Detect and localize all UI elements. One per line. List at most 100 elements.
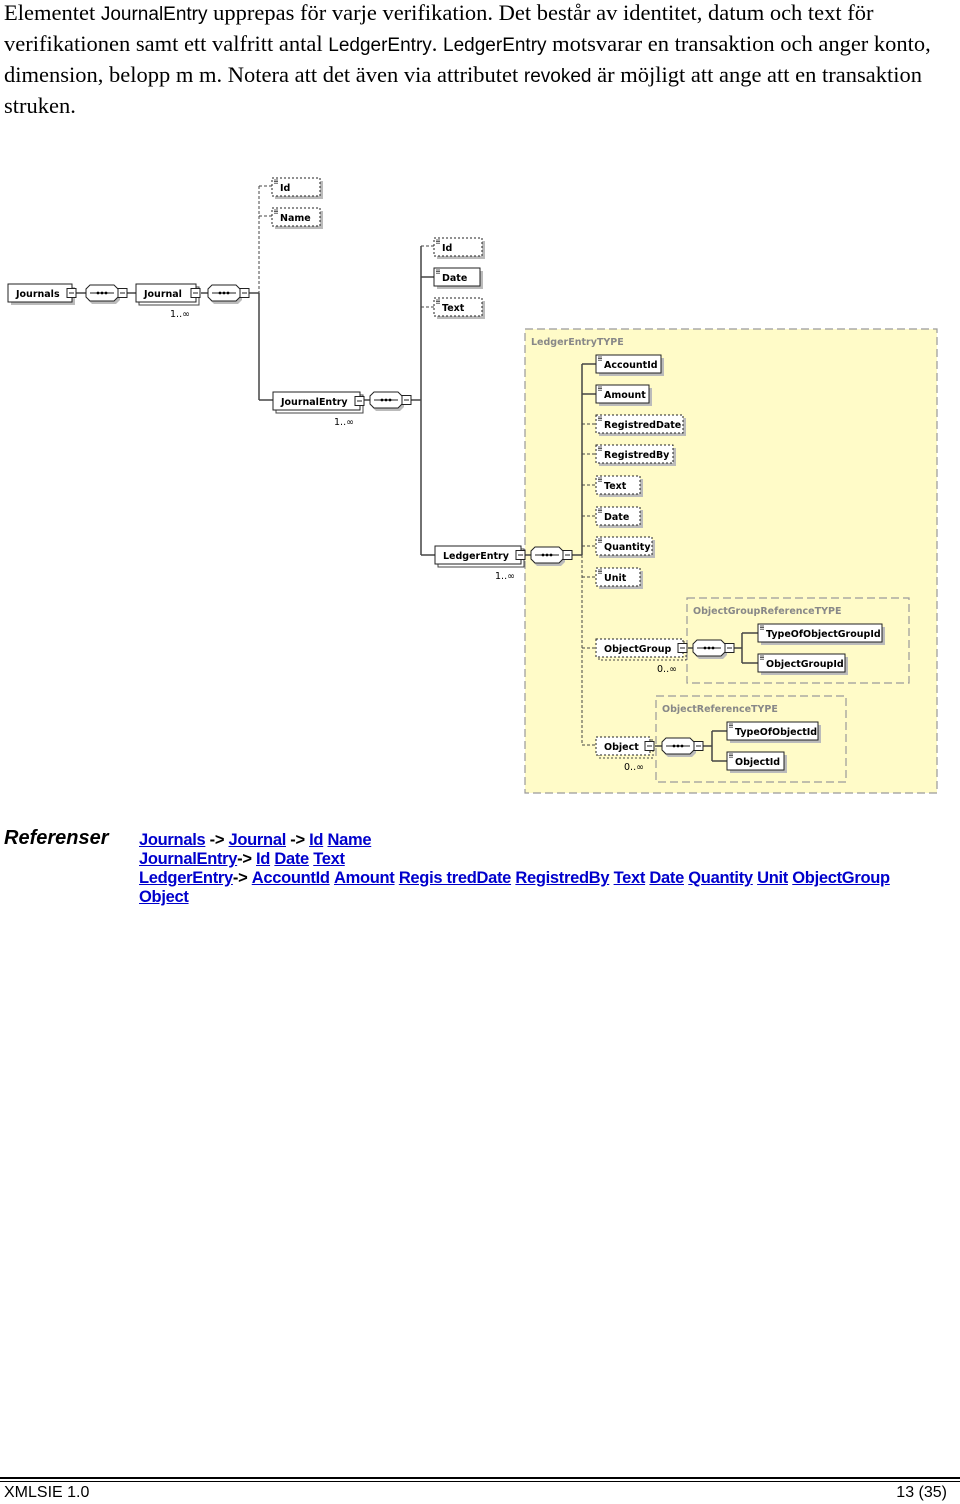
element-label: Id xyxy=(280,183,290,194)
element-amount[interactable]: Amount xyxy=(595,384,652,406)
collapse-icon[interactable] xyxy=(190,288,201,298)
ref-link-quantity[interactable]: Quantity xyxy=(688,869,753,887)
ref-link-objectgroup[interactable]: ObjectGroup xyxy=(792,869,890,887)
sequence-dot-icon xyxy=(104,291,108,295)
ref-link-accountid[interactable]: AccountId xyxy=(252,869,330,887)
element-label: AccountId xyxy=(604,360,658,371)
arrow: -> xyxy=(290,831,305,849)
element-journal-entry[interactable]: JournalEntry 1..∞ xyxy=(272,391,365,428)
element-label: Text xyxy=(442,303,465,314)
element-label: Journal xyxy=(143,289,182,300)
cardinality-label: 1..∞ xyxy=(170,309,190,320)
element-label: RegistredDate xyxy=(604,420,681,431)
sequence-compositor[interactable] xyxy=(85,284,128,304)
type-label-ledger-entry: LedgerEntryTYPE xyxy=(531,337,624,348)
collapse-icon[interactable] xyxy=(117,288,128,298)
element-type-of-object-group-id[interactable]: TypeOfObjectGroupId xyxy=(757,623,885,645)
element-label: ObjectId xyxy=(735,757,780,768)
collapse-icon[interactable] xyxy=(693,741,704,751)
element-object-id[interactable]: ObjectId xyxy=(726,751,787,773)
sequence-dot-icon xyxy=(711,646,715,650)
reference-line-3: LedgerEntry-> AccountId Amount Regis tre… xyxy=(139,869,890,888)
element-ledger-entry[interactable]: LedgerEntry 1..∞ xyxy=(434,545,526,582)
cardinality-label: 1..∞ xyxy=(495,571,515,582)
sequence-dot-icon xyxy=(707,646,711,650)
ref-link-unit[interactable]: Unit xyxy=(757,869,788,887)
ref-link-name[interactable]: Name xyxy=(328,831,372,849)
element-label: Object xyxy=(604,742,639,753)
element-le-text[interactable]: Text xyxy=(595,475,643,497)
sequence-dot-icon xyxy=(380,398,384,402)
collapse-icon[interactable] xyxy=(562,550,573,560)
collapse-icon[interactable] xyxy=(239,288,250,298)
ref-link-journalentry[interactable]: JournalEntry xyxy=(139,850,237,868)
cardinality-label: 0..∞ xyxy=(624,762,644,773)
element-label: TypeOfObjectGroupId xyxy=(766,629,881,640)
element-object-group-id[interactable]: ObjectGroupId xyxy=(757,653,848,675)
sequence-dot-icon xyxy=(549,553,553,557)
element-quantity[interactable]: Quantity xyxy=(595,536,655,558)
sequence-dot-icon xyxy=(218,291,222,295)
collapse-icon[interactable] xyxy=(515,550,526,560)
footer-page-number: 13 (35) xyxy=(896,1484,947,1501)
ref-link-id[interactable]: Id xyxy=(256,850,270,868)
collapse-icon[interactable] xyxy=(354,396,365,406)
footer-divider xyxy=(0,1477,960,1479)
ref-link-id[interactable]: Id xyxy=(309,831,323,849)
collapse-icon[interactable] xyxy=(677,643,688,653)
footer-divider xyxy=(0,1481,960,1482)
sequence-dot-icon xyxy=(226,291,230,295)
element-label: Text xyxy=(604,481,627,492)
element-label: Unit xyxy=(604,573,627,584)
sequence-dot-icon xyxy=(384,398,388,402)
ref-link-text[interactable]: Text xyxy=(313,850,345,868)
ref-link-date[interactable]: Date xyxy=(274,850,309,868)
element-label: Quantity xyxy=(604,542,651,553)
element-unit[interactable]: Unit xyxy=(595,567,643,589)
element-le-date[interactable]: Date xyxy=(595,506,643,528)
collapse-icon[interactable] xyxy=(401,395,412,405)
collapse-icon[interactable] xyxy=(66,288,77,298)
element-account-id[interactable]: AccountId xyxy=(595,354,664,376)
element-label: LedgerEntry xyxy=(443,551,510,562)
element-label: Date xyxy=(442,273,467,284)
element-journal-name[interactable]: Name xyxy=(271,207,323,229)
ref-link-journals[interactable]: Journals xyxy=(139,831,206,849)
element-je-id[interactable]: Id xyxy=(433,237,485,259)
collapse-icon[interactable] xyxy=(644,741,655,751)
ref-link-ledgerentry[interactable]: LedgerEntry xyxy=(139,869,233,887)
ref-link-object[interactable]: Object xyxy=(139,888,189,906)
reference-line-4: Object xyxy=(139,888,890,907)
sequence-dot-icon xyxy=(680,744,684,748)
element-label: Id xyxy=(442,243,452,254)
element-journal[interactable]: Journal 1..∞ xyxy=(135,283,201,320)
sequence-compositor[interactable] xyxy=(369,391,412,411)
element-journal-id[interactable]: Id xyxy=(271,177,323,199)
type-label-object-reference: ObjectReferenceTYPE xyxy=(662,704,778,715)
cardinality-label: 0..∞ xyxy=(657,664,677,675)
sequence-dot-icon xyxy=(676,744,680,748)
element-label: Date xyxy=(604,512,629,523)
ref-link-registreddate[interactable]: Regis tredDate xyxy=(399,869,512,887)
element-type-of-object-id[interactable]: TypeOfObjectId xyxy=(726,721,821,743)
ref-link-date[interactable]: Date xyxy=(649,869,684,887)
ref-link-registredby[interactable]: RegistredBy xyxy=(515,869,609,887)
ref-link-amount[interactable]: Amount xyxy=(334,869,395,887)
sequence-compositor[interactable] xyxy=(207,284,250,304)
element-label: RegistredBy xyxy=(604,450,670,461)
arrow: -> xyxy=(209,831,225,849)
arrow: -> xyxy=(237,850,252,868)
element-registred-by[interactable]: RegistredBy xyxy=(595,444,676,466)
arrow: -> xyxy=(232,869,248,887)
ref-link-text[interactable]: Text xyxy=(614,869,646,887)
collapse-icon[interactable] xyxy=(724,643,735,653)
sequence-dot-icon xyxy=(222,291,226,295)
element-label: Name xyxy=(280,213,311,224)
element-journals[interactable]: Journals xyxy=(7,283,77,305)
element-registred-date[interactable]: RegistredDate xyxy=(595,414,686,436)
element-label: Amount xyxy=(604,390,646,401)
element-je-date[interactable]: Date xyxy=(433,267,483,289)
element-je-text[interactable]: Text xyxy=(433,297,485,319)
ref-link-journal[interactable]: Journal xyxy=(229,831,287,849)
footer-document-name: XMLSIE 1.0 xyxy=(4,1484,90,1501)
